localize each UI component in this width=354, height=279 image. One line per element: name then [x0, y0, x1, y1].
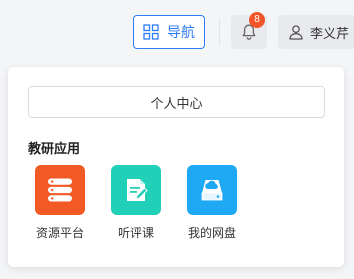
edit-document-icon — [127, 179, 148, 201]
notification-button[interactable]: 8 — [231, 12, 267, 49]
section-title: 教研应用 — [28, 142, 81, 157]
grid-icon — [143, 24, 159, 40]
personal-center-label: 个人中心 — [150, 96, 203, 112]
app-label: 听评课 — [117, 226, 154, 240]
nav-button[interactable]: 导航 — [133, 15, 205, 49]
app-label: 资源平台 — [35, 226, 84, 240]
app-tile — [111, 165, 161, 215]
cloud-drive-icon — [201, 180, 223, 201]
app-tile — [35, 165, 85, 215]
database-icon — [48, 178, 72, 202]
app-resource-platform[interactable]: 资源平台 — [30, 165, 90, 241]
user-icon — [289, 25, 303, 40]
user-name: 李义芹 — [310, 26, 350, 42]
user-dropdown-panel: 个人中心 教研应用 资源平台 听评课 我的网盘 — [8, 67, 344, 267]
app-my-cloud-drive[interactable]: 我的网盘 — [182, 165, 242, 241]
notification-badge: 8 — [249, 12, 265, 28]
top-bar: 导航 8 李义芹 — [0, 0, 354, 64]
app-lesson-review[interactable]: 听评课 — [106, 165, 166, 241]
app-label: 我的网盘 — [187, 226, 236, 240]
personal-center-button[interactable]: 个人中心 — [28, 86, 325, 118]
user-menu-button[interactable]: 李义芹 — [278, 15, 354, 49]
nav-button-label: 导航 — [167, 25, 195, 41]
app-tile — [187, 165, 237, 215]
header-divider — [219, 18, 220, 46]
